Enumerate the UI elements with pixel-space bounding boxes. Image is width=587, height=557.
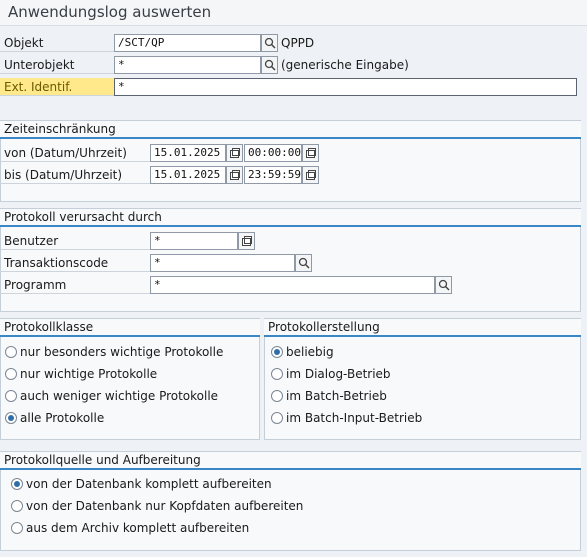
calendar-icon <box>229 170 240 180</box>
log-class-option[interactable]: alle Protokolle <box>5 407 255 429</box>
option-label: im Dialog-Betrieb <box>286 367 391 381</box>
option-label: nur besonders wichtige Protokolle <box>20 345 224 359</box>
program-input[interactable]: * <box>150 276 435 294</box>
subobject-search-button[interactable] <box>261 56 278 74</box>
clock-icon <box>305 148 316 158</box>
ext-identif-input[interactable]: * <box>114 78 577 96</box>
option-label: auch weniger wichtige Protokolle <box>20 389 219 403</box>
option-label: aus dem Archiv komplett aufbereiten <box>26 521 250 535</box>
search-icon <box>264 59 276 71</box>
log-class-option[interactable]: auch weniger wichtige Protokolle <box>5 385 255 407</box>
option-label: von der Datenbank nur Kopfdaten aufberei… <box>26 499 304 513</box>
program-search-button[interactable] <box>435 276 452 294</box>
from-time-picker-button[interactable] <box>302 144 319 162</box>
from-datetime-label: von (Datum/Uhrzeit) <box>0 144 150 162</box>
from-date-input[interactable]: 15.01.2025 <box>150 144 226 162</box>
to-date-picker-button[interactable] <box>226 166 243 184</box>
log-source-options: von der Datenbank komplett aufbereiten v… <box>11 473 571 539</box>
option-label: alle Protokolle <box>20 411 105 425</box>
log-creation-option[interactable]: im Batch-Input-Betrieb <box>271 407 571 429</box>
clock-icon <box>305 170 316 180</box>
log-source-option[interactable]: von der Datenbank nur Kopfdaten aufberei… <box>11 495 571 517</box>
transaction-code-search-button[interactable] <box>295 254 312 272</box>
object-search-button[interactable] <box>261 34 278 52</box>
option-label: im Batch-Betrieb <box>286 389 387 403</box>
log-class-title: Protokollklasse <box>0 319 260 337</box>
log-source-option[interactable]: aus dem Archiv komplett aufbereiten <box>11 517 571 539</box>
user-label: Benutzer <box>0 232 150 250</box>
caused-by-title: Protokoll verursacht durch <box>0 209 581 227</box>
log-creation-option[interactable]: beliebig <box>271 341 571 363</box>
user-input[interactable]: * <box>150 232 238 250</box>
from-time-input[interactable]: 00:00:00 <box>244 144 302 162</box>
to-datetime-label: bis (Datum/Uhrzeit) <box>0 166 150 184</box>
log-class-option[interactable]: nur besonders wichtige Protokolle <box>5 341 255 363</box>
object-input[interactable]: /SCT/QP <box>114 34 261 52</box>
radio-button[interactable] <box>11 500 23 512</box>
calendar-icon <box>229 148 240 158</box>
ext-identif-label: Ext. Identif. <box>0 78 114 96</box>
radio-button[interactable] <box>271 412 283 424</box>
radio-button[interactable] <box>5 346 17 358</box>
option-label: beliebig <box>286 345 334 359</box>
to-time-input[interactable]: 23:59:59 <box>244 166 302 184</box>
to-date-input[interactable]: 15.01.2025 <box>150 166 226 184</box>
object-label: Objekt <box>0 34 114 52</box>
subobject-input[interactable]: * <box>114 56 261 74</box>
log-creation-title: Protokollerstellung <box>264 319 581 337</box>
time-restriction-title: Zeiteinschränkung <box>0 121 581 139</box>
radio-button[interactable] <box>271 368 283 380</box>
user-value-help-button[interactable] <box>238 232 255 250</box>
log-class-options: nur besonders wichtige Protokolle nur wi… <box>5 341 255 429</box>
program-label: Programm <box>0 276 150 294</box>
log-class-option[interactable]: nur wichtige Protokolle <box>5 363 255 385</box>
radio-button-selected[interactable] <box>5 412 17 424</box>
to-time-picker-button[interactable] <box>302 166 319 184</box>
value-help-icon <box>241 236 252 246</box>
transaction-code-label: Transaktionscode <box>0 254 150 272</box>
search-icon <box>438 279 450 291</box>
from-date-picker-button[interactable] <box>226 144 243 162</box>
search-icon <box>298 257 310 269</box>
radio-button[interactable] <box>5 390 17 402</box>
option-label: nur wichtige Protokolle <box>20 367 158 381</box>
log-creation-options: beliebig im Dialog-Betrieb im Batch-Betr… <box>271 341 571 429</box>
log-source-option[interactable]: von der Datenbank komplett aufbereiten <box>11 473 571 495</box>
log-source-title: Protokollquelle und Aufbereitung <box>0 452 581 470</box>
option-label: im Batch-Input-Betrieb <box>286 411 423 425</box>
option-label: von der Datenbank komplett aufbereiten <box>26 477 272 491</box>
search-icon <box>264 37 276 49</box>
radio-button[interactable] <box>5 368 17 380</box>
subobject-label: Unterobjekt <box>0 56 114 74</box>
radio-button[interactable] <box>271 390 283 402</box>
page-title: Anwendungslog auswerten <box>0 0 587 26</box>
radio-button[interactable] <box>11 522 23 534</box>
transaction-code-input[interactable]: * <box>150 254 295 272</box>
subobject-hint: (generische Eingabe) <box>281 58 409 72</box>
radio-button-selected[interactable] <box>271 346 283 358</box>
radio-button-selected[interactable] <box>11 478 23 490</box>
log-creation-option[interactable]: im Batch-Betrieb <box>271 385 571 407</box>
log-creation-option[interactable]: im Dialog-Betrieb <box>271 363 571 385</box>
object-description: QPPD <box>281 36 315 50</box>
